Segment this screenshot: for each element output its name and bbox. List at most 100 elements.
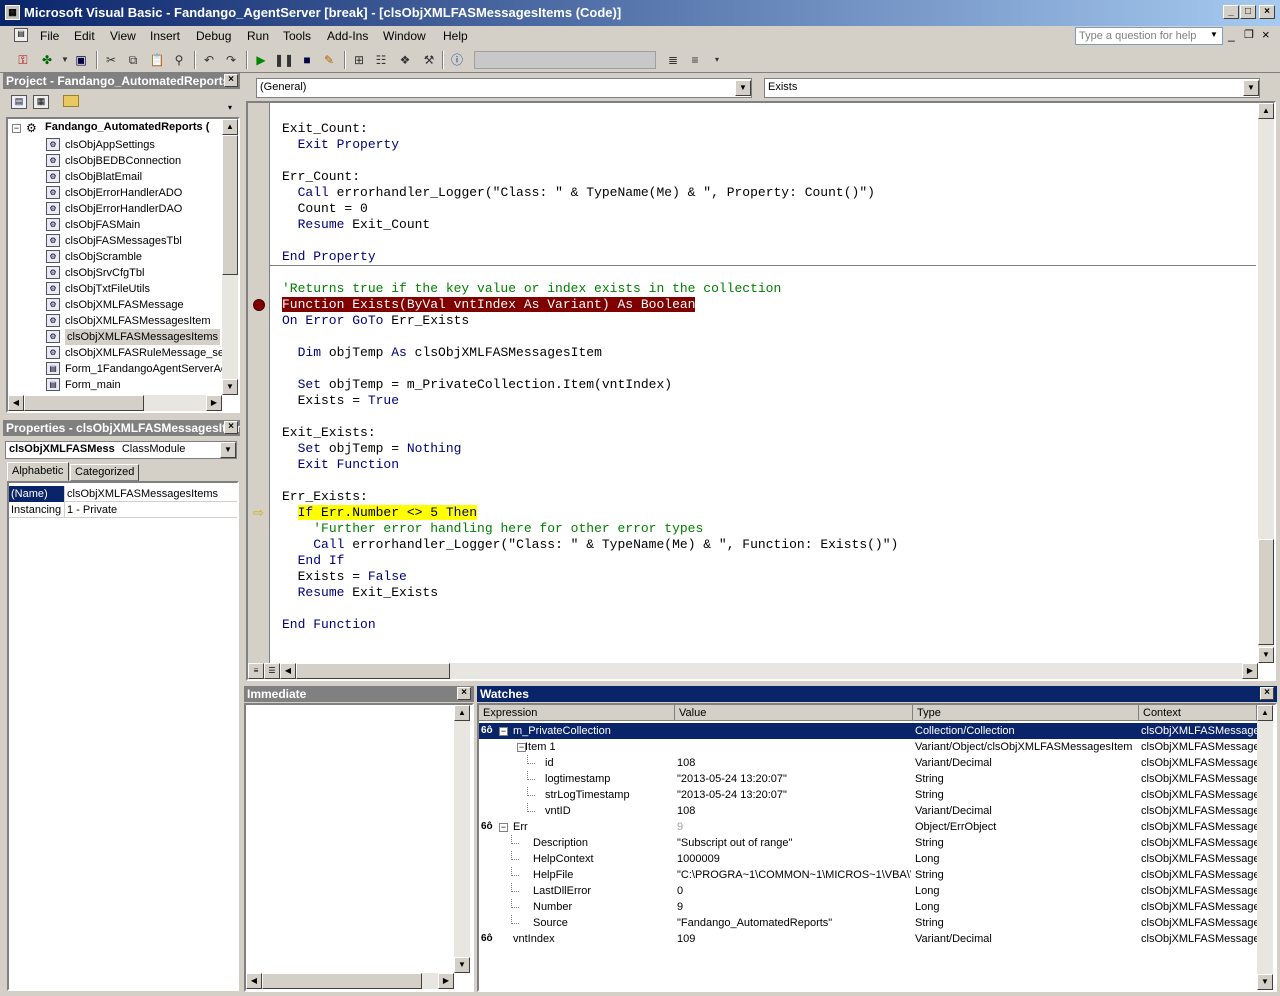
menu-addins[interactable]: Add-Ins [327, 29, 368, 43]
project-tree-hscroll[interactable]: ◀ ▶ [8, 395, 222, 411]
close-button[interactable]: × [1259, 5, 1275, 19]
scroll-down-button[interactable]: ▼ [1257, 974, 1273, 990]
toolbar-overflow-icon[interactable]: ▾ [228, 103, 232, 112]
project-tree-item[interactable]: Form_main [65, 377, 121, 393]
project-tree-item[interactable]: clsObjBlatEmail [65, 169, 142, 185]
watch-row[interactable]: 6ô vntIndex 109 Variant/Decimal clsObjXMLFAS… [479, 931, 1257, 947]
code-line[interactable]: Resume Exit_Count [282, 217, 431, 233]
mdi-minimize-button[interactable]: _ [1228, 28, 1235, 42]
mdi-close-button[interactable]: × [1262, 27, 1270, 42]
code-line[interactable]: Call errorhandler_Logger("Class: " & Typ… [282, 185, 875, 201]
toolbar-options-icon[interactable]: ▾ [708, 51, 726, 69]
project-tree-item[interactable]: clsObjAppSettings [65, 137, 155, 153]
scroll-right-button[interactable]: ▶ [206, 395, 222, 411]
properties-close-button[interactable]: × [224, 421, 238, 434]
properties-window-icon[interactable]: ☷ [372, 51, 390, 69]
watches-vscroll[interactable]: ▲ ▼ [1257, 705, 1273, 990]
tree-expander[interactable]: − [499, 823, 508, 832]
watch-row[interactable]: LastDllError 0 Long clsObjXMLFASMessage [479, 883, 1257, 899]
column-header-type[interactable]: Type [913, 705, 1139, 721]
scroll-thumb[interactable] [262, 973, 422, 989]
watch-row[interactable]: Source "Fandango_AutomatedReports" String c… [479, 915, 1257, 931]
code-line[interactable]: Exit Function [282, 457, 399, 473]
watch-row[interactable]: 6ô − Err 9 Object/ErrObject clsObjXMLFASMessa… [479, 819, 1257, 835]
scroll-thumb[interactable] [1258, 539, 1274, 645]
view-object-icon[interactable]: ▦ [33, 95, 49, 109]
maximize-button[interactable]: □ [1240, 5, 1256, 19]
code-line[interactable]: Function Exists(ByVal vntIndex As Varian… [282, 297, 696, 313]
project-tree-item[interactable]: Form_1FandangoAgentServerAc [65, 361, 226, 377]
immediate-close-button[interactable]: × [457, 687, 471, 700]
code-line[interactable]: Resume Exit_Exists [282, 585, 438, 601]
save-icon[interactable]: ▣ [72, 51, 90, 69]
cut-icon[interactable]: ✂ [102, 51, 120, 69]
outdent-icon[interactable]: ≡ [686, 51, 704, 69]
scroll-thumb[interactable] [222, 135, 238, 275]
watch-row[interactable]: logtimestamp "2013-05-24 13:20:07" String c… [479, 771, 1257, 787]
insert-module-icon[interactable]: ✤ [38, 51, 56, 69]
help-dropdown-icon[interactable]: ▼ [1210, 30, 1218, 39]
column-header-context[interactable]: Context [1139, 705, 1257, 721]
code-line[interactable]: On Error GoTo Err_Exists [282, 313, 469, 329]
code-line[interactable]: End Function [282, 617, 376, 633]
immediate-vscroll[interactable]: ▲ ▼ [454, 705, 470, 973]
mdi-restore-button[interactable]: ❐ [1244, 28, 1254, 41]
watches-close-button[interactable]: × [1260, 687, 1274, 700]
full-module-view-button[interactable]: ☰ [264, 663, 280, 679]
help-icon[interactable]: ⓘ [448, 51, 466, 69]
menu-view[interactable]: View [110, 29, 136, 43]
code-line[interactable]: End If [282, 553, 345, 569]
object-combo-dropdown[interactable]: ▼ [735, 80, 751, 96]
watch-row[interactable]: 6ô − m_PrivateCollection Collection/Collect… [479, 723, 1257, 739]
menu-help[interactable]: Help [443, 29, 468, 43]
paste-icon[interactable]: 📋 [148, 51, 166, 69]
procedure-combo-dropdown[interactable]: ▼ [1243, 80, 1259, 96]
scroll-down-button[interactable]: ▼ [222, 379, 238, 395]
break-icon[interactable]: ❚❚ [274, 51, 294, 69]
code-line[interactable]: Exit_Exists: [282, 425, 376, 441]
code-line[interactable]: Count = 0 [282, 201, 368, 217]
margin-indicator-bar[interactable] [248, 103, 270, 663]
scroll-up-button[interactable]: ▲ [1257, 705, 1273, 721]
menu-tools[interactable]: Tools [283, 29, 311, 43]
indent-icon[interactable]: ≣ [664, 51, 682, 69]
project-explorer-icon[interactable]: ⊞ [350, 51, 368, 69]
scroll-left-button[interactable]: ◀ [280, 663, 296, 679]
menu-debug[interactable]: Debug [196, 29, 231, 43]
code-line[interactable]: Call errorhandler_Logger("Class: " & Typ… [282, 537, 898, 553]
project-tree-item[interactable]: clsObjFASMessagesTbl [65, 233, 182, 249]
watch-row[interactable]: vntID 108 Variant/Decimal clsObjXMLFASMessa… [479, 803, 1257, 819]
code-line[interactable]: Exists = True [282, 393, 399, 409]
scroll-left-button[interactable]: ◀ [8, 395, 24, 411]
project-tree-vscroll[interactable]: ▲ ▼ [222, 119, 238, 395]
project-tree-item[interactable]: clsObjErrorHandlerADO [65, 185, 182, 201]
code-hscroll[interactable]: ≡ ☰ ◀ ▶ [248, 663, 1258, 679]
menu-edit[interactable]: Edit [74, 29, 95, 43]
copy-icon[interactable]: ⧉ [124, 51, 142, 69]
toolbox-icon[interactable]: ⚒ [420, 51, 438, 69]
column-header-expression[interactable]: Expression [479, 705, 675, 721]
code-line[interactable]: Exit_Count: [282, 121, 368, 137]
watch-row[interactable]: Number 9 Long clsObjXMLFASMessage [479, 899, 1257, 915]
code-line[interactable]: End Property [282, 249, 376, 265]
watch-row[interactable]: HelpFile "C:\PROGRA~1\COMMON~1\MICROS~1\V… [479, 867, 1257, 883]
column-header-value[interactable]: Value [675, 705, 913, 721]
reset-icon[interactable]: ■ [298, 51, 316, 69]
find-icon[interactable]: ⚲ [170, 51, 188, 69]
run-icon[interactable]: ▶ [252, 51, 270, 69]
scroll-down-button[interactable]: ▼ [1258, 647, 1274, 663]
menu-window[interactable]: Window [383, 29, 426, 43]
project-tree-item[interactable]: clsObjFASMain [65, 217, 140, 233]
toggle-folders-icon[interactable] [63, 95, 79, 107]
tab-alphabetic[interactable]: Alphabetic [7, 462, 69, 481]
object-selector-dropdown[interactable]: ▼ [220, 442, 236, 458]
code-line[interactable]: Exit Property [282, 137, 399, 153]
object-combo[interactable]: (General) [256, 78, 752, 98]
project-tree-item[interactable]: clsObjXMLFASMessagesItem [65, 313, 211, 329]
code-line[interactable]: Err_Exists: [282, 489, 368, 505]
tree-expander[interactable]: − [499, 727, 508, 736]
watch-row[interactable]: strLogTimestamp "2013-05-24 13:20:07" Stri… [479, 787, 1257, 803]
project-tree-item[interactable]: clsObjErrorHandlerDAO [65, 201, 182, 217]
project-tree-item[interactable]: clsObjTxtFileUtils [65, 281, 150, 297]
watch-row[interactable]: − Item 1 Variant/Object/clsObjXMLFASMessag… [479, 739, 1257, 755]
